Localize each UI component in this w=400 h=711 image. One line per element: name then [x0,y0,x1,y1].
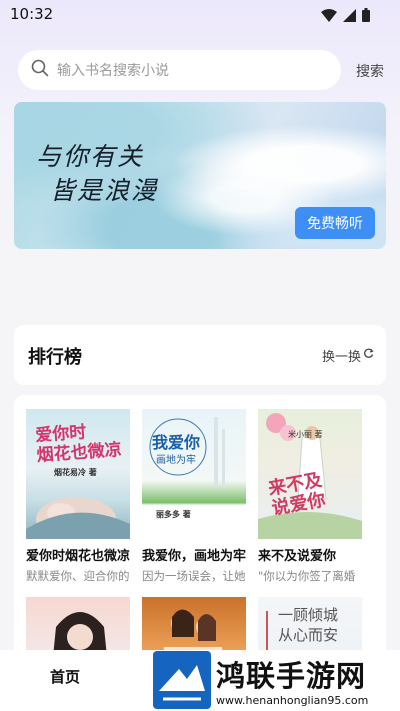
search-placeholder: 输入书名搜索小说 [57,63,169,79]
cover-title: 一顾倾城 从心而安 [278,606,339,644]
search-row: 输入书名搜索小说 搜索 [18,50,384,90]
promo-banner[interactable]: 与你有关 皆是浪漫 免费畅听 [14,102,386,249]
refresh-button[interactable]: 换一换 [322,346,374,365]
book-cover: 爱你时 烟花也微凉 烟花易冷 著 [26,409,130,539]
book-title: 爱你时烟花也微凉 [26,549,130,564]
signal-icon [343,7,356,26]
cover-author: 米小丽 著 [288,430,323,439]
refresh-label: 换一换 [321,350,361,365]
tab-home[interactable]: 首页 [50,666,80,687]
ranking-title: 排行榜 [28,347,82,368]
watermark-logo-icon [153,651,211,709]
refresh-icon [363,348,374,363]
banner-title: 与你有关 皆是浪漫 [36,140,158,208]
book-cover: 来不及 说爱你 米小丽 著 [258,409,362,539]
status-time: 10:32 [10,5,54,23]
banner-title-line1: 与你有关 [36,142,145,171]
book-desc: "你以为你签了离婚 [258,569,356,583]
status-icons [321,7,370,26]
book-title: 我爱你，画地为牢 [142,549,246,564]
book-desc: 默默爱你、迎合你的 [26,569,130,583]
watermark: 鸿联手游网 www.henanhonglian95.com [150,651,400,711]
cover-author: 丽多多 著 [156,509,191,519]
book-item[interactable]: 我爱你 画地为牢 丽多多 著 我爱你，画地为牢 因为一场误会，让她 [142,409,246,584]
status-bar: 10:32 [0,0,400,28]
battery-icon [362,7,370,26]
cover-author: 烟花易冷 著 [54,467,97,477]
book-title: 来不及说爱你 [258,549,337,564]
search-button[interactable]: 搜索 [356,61,384,81]
cover-title: 我爱你 [152,433,201,452]
ranking-card: 排行榜 换一换 [14,325,386,385]
watermark-title: 鸿联手游网 [216,659,367,693]
cover-title: 爱你时 烟花也微凉 [34,422,123,466]
book-item[interactable]: 来不及 说爱你 米小丽 著 来不及说爱你 "你以为你签了离婚 [258,409,362,584]
search-icon [31,59,49,81]
book-item[interactable]: 爱你时 烟花也微凉 烟花易冷 著 爱你时烟花也微凉 默默爱你、迎合你的 [26,409,130,584]
free-listen-button[interactable]: 免费畅听 [295,207,375,239]
search-input[interactable]: 输入书名搜索小说 [18,50,341,90]
wifi-icon [321,7,337,26]
watermark-url: www.henanhonglian95.com [216,694,369,707]
book-desc: 因为一场误会，让她 [142,569,246,583]
book-cover: 我爱你 画地为牢 丽多多 著 [142,409,246,539]
cover-subtitle: 画地为牢 [156,455,196,466]
banner-title-line2: 皆是浪漫 [50,176,159,205]
